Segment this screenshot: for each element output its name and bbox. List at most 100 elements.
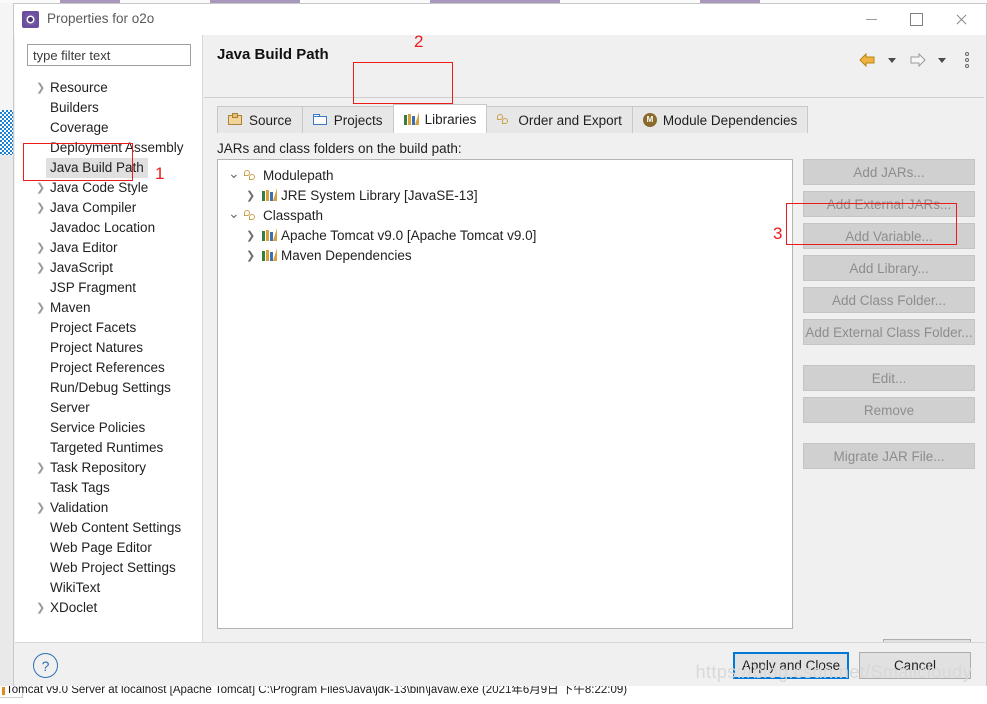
sidebar-item-javadoc-location[interactable]: Javadoc Location xyxy=(15,218,202,238)
sidebar-item-java-code-style[interactable]: ❯ Java Code Style xyxy=(15,178,202,198)
sidebar-item-builders[interactable]: Builders xyxy=(15,98,202,118)
chevron-right-icon[interactable]: ❯ xyxy=(36,178,45,198)
close-button[interactable] xyxy=(939,4,984,35)
sidebar-item-label: Maven xyxy=(50,300,91,315)
sidebar-item-java-compiler[interactable]: ❯ Java Compiler xyxy=(15,198,202,218)
filter-input[interactable]: type filter text xyxy=(27,44,191,66)
add-external-jars-button[interactable]: Add External JARs... xyxy=(803,191,975,217)
forward-button[interactable] xyxy=(906,49,928,71)
add-external-class-folder-button[interactable]: Add External Class Folder... xyxy=(803,319,975,345)
build-path-row[interactable]: ⌄ Classpath xyxy=(218,203,792,226)
page-title: Java Build Path xyxy=(217,46,329,63)
add-class-folder-button[interactable]: Add Class Folder... xyxy=(803,287,975,313)
chevron-right-icon[interactable]: ❯ xyxy=(36,298,45,318)
order-arrows-icon xyxy=(497,113,512,127)
sidebar-item-web-page-editor[interactable]: Web Page Editor xyxy=(15,538,202,558)
sidebar-item-coverage[interactable]: Coverage xyxy=(15,118,202,138)
sidebar-item-maven[interactable]: ❯ Maven xyxy=(15,298,202,318)
chevron-right-icon[interactable]: ❯ xyxy=(36,598,45,618)
sidebar-item-deployment-assembly[interactable]: Deployment Assembly xyxy=(15,138,202,158)
tab-projects[interactable]: Projects xyxy=(301,106,394,133)
forward-history-button[interactable] xyxy=(931,49,953,71)
tab-source[interactable]: Source xyxy=(217,106,303,133)
maximize-icon xyxy=(910,13,923,26)
chevron-down-icon[interactable]: ⌄ xyxy=(228,203,240,223)
screenshot-root: Properties for o2o type filter text ❯ Res… xyxy=(0,0,987,704)
chevron-down-icon[interactable]: ⌄ xyxy=(228,163,240,183)
sidebar-item-server[interactable]: Server xyxy=(15,398,202,418)
build-path-row[interactable]: ❯ Apache Tomcat v9.0 [Apache Tomcat v9.0] xyxy=(218,226,792,246)
apply-and-close-button[interactable]: Apply and Close xyxy=(733,652,849,679)
page-menu-button[interactable] xyxy=(956,49,978,71)
library-books-icon xyxy=(262,248,277,268)
dialog-titlebar: Properties for o2o xyxy=(14,4,986,35)
edit-button[interactable]: Edit... xyxy=(803,365,975,391)
sidebar-item-web-content-settings[interactable]: Web Content Settings xyxy=(15,518,202,538)
help-button[interactable]: ? xyxy=(33,653,58,678)
sidebar-item-project-natures[interactable]: Project Natures xyxy=(15,338,202,358)
build-path-tree[interactable]: ⌄ Modulepath ❯ JRE System Library [JavaSE-1… xyxy=(217,159,793,629)
build-path-row-label: Modulepath xyxy=(263,168,334,183)
sidebar-item-javascript[interactable]: ❯ JavaScript xyxy=(15,258,202,278)
sidebar-item-targeted-runtimes[interactable]: Targeted Runtimes xyxy=(15,438,202,458)
add-variable-button[interactable]: Add Variable... xyxy=(803,223,975,249)
sidebar-item-project-references[interactable]: Project References xyxy=(15,358,202,378)
sidebar-item-label: Coverage xyxy=(50,120,109,135)
chevron-right-icon[interactable]: ❯ xyxy=(36,198,45,218)
sidebar-item-java-build-path[interactable]: Java Build Path xyxy=(15,158,202,178)
sidebar-item-xdoclet[interactable]: ❯ XDoclet xyxy=(15,598,202,618)
sidebar-item-label: Javadoc Location xyxy=(50,220,156,235)
sidebar-item-resource[interactable]: ❯ Resource xyxy=(15,78,202,98)
remove-button[interactable]: Remove xyxy=(803,397,975,423)
build-path-tabs[interactable]: Source Projects Libraries Order and Export M… xyxy=(217,104,809,133)
build-path-row[interactable]: ⌄ Modulepath xyxy=(218,163,792,186)
sidebar-item-run-debug-settings[interactable]: Run/Debug Settings xyxy=(15,378,202,398)
sidebar-item-validation[interactable]: ❯ Validation xyxy=(15,498,202,518)
sidebar-item-service-policies[interactable]: Service Policies xyxy=(15,418,202,438)
build-path-row[interactable]: ❯ Maven Dependencies xyxy=(218,246,792,266)
sidebar-item-label: Task Tags xyxy=(50,480,110,495)
sidebar-tree[interactable]: ❯ Resource Builders Coverage Deployment Asse… xyxy=(15,78,202,642)
background-progress-strip xyxy=(0,110,13,155)
sidebar-item-java-editor[interactable]: ❯ Java Editor xyxy=(15,238,202,258)
sidebar-item-label: Builders xyxy=(50,100,99,115)
dialog-footer: ? Apply and Close Cancel xyxy=(15,642,985,688)
chevron-down-icon xyxy=(888,57,896,63)
back-history-button[interactable] xyxy=(881,49,903,71)
tab-order-and-export[interactable]: Order and Export xyxy=(486,106,633,133)
chevron-down-icon xyxy=(938,57,946,63)
maximize-button[interactable] xyxy=(894,4,939,35)
chevron-right-icon[interactable]: ❯ xyxy=(246,226,255,246)
chevron-right-icon[interactable]: ❯ xyxy=(246,246,255,266)
back-button[interactable] xyxy=(856,49,878,71)
tab-label: Module Dependencies xyxy=(662,112,798,128)
chevron-right-icon[interactable]: ❯ xyxy=(36,458,45,478)
add-jars-button[interactable]: Add JARs... xyxy=(803,159,975,185)
sidebar-item-wikitext[interactable]: WikiText xyxy=(15,578,202,598)
cancel-button[interactable]: Cancel xyxy=(859,652,971,679)
tab-module-dependencies[interactable]: M Module Dependencies xyxy=(631,106,809,133)
sidebar-item-label: Project Facets xyxy=(50,320,137,335)
sidebar-item-project-facets[interactable]: Project Facets xyxy=(15,318,202,338)
chevron-right-icon[interactable]: ❯ xyxy=(36,238,45,258)
chevron-right-icon[interactable]: ❯ xyxy=(246,186,255,206)
sidebar-item-label: WikiText xyxy=(50,580,101,595)
tab-label: Projects xyxy=(333,112,383,128)
chevron-right-icon[interactable]: ❯ xyxy=(36,78,45,98)
migrate-jar-file-button[interactable]: Migrate JAR File... xyxy=(803,443,975,469)
minimize-button[interactable] xyxy=(849,4,894,35)
sidebar-item-task-tags[interactable]: Task Tags xyxy=(15,478,202,498)
sidebar-item-task-repository[interactable]: ❯ Task Repository xyxy=(15,458,202,478)
sidebar-item-web-project-settings[interactable]: Web Project Settings xyxy=(15,558,202,578)
sidebar-item-jsp-fragment[interactable]: JSP Fragment xyxy=(15,278,202,298)
build-path-row-label: Classpath xyxy=(263,208,324,223)
build-path-row[interactable]: ❯ JRE System Library [JavaSE-13] xyxy=(218,186,792,206)
add-library-button[interactable]: Add Library... xyxy=(803,255,975,281)
back-arrow-icon xyxy=(858,53,874,67)
build-path-row-label: Maven Dependencies xyxy=(281,248,412,263)
chevron-right-icon[interactable]: ❯ xyxy=(36,498,45,518)
background-left-gutter xyxy=(0,155,13,690)
tab-libraries[interactable]: Libraries xyxy=(392,104,488,133)
sidebar-item-label: Java Compiler xyxy=(50,200,137,215)
chevron-right-icon[interactable]: ❯ xyxy=(36,258,45,278)
